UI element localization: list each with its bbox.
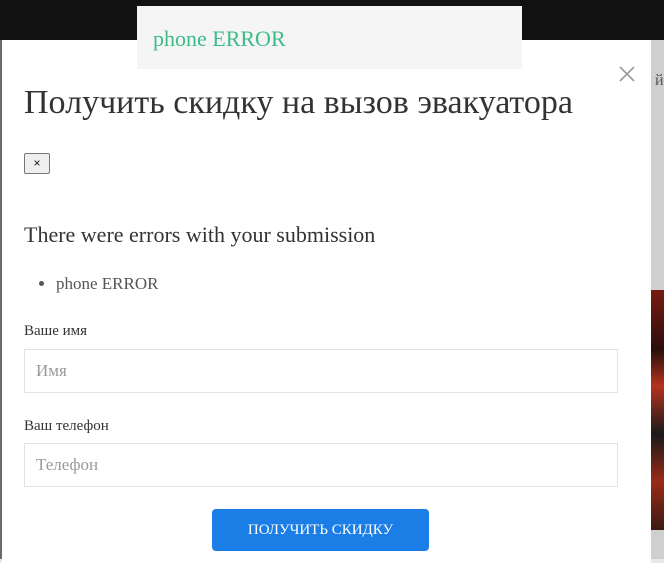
- error-item: phone ERROR: [56, 274, 158, 294]
- errors-heading: There were errors with your submission: [24, 222, 376, 247]
- submit-button[interactable]: ПОЛУЧИТЬ СКИДКУ: [212, 509, 429, 551]
- error-toast: phone ERROR: [137, 6, 522, 69]
- background-text: й: [655, 72, 664, 89]
- phone-label: Ваш телефон: [24, 418, 109, 434]
- close-icon[interactable]: [617, 64, 637, 84]
- phone-input[interactable]: [24, 443, 618, 487]
- toast-message: phone ERROR: [153, 26, 286, 51]
- error-list: phone ERROR: [24, 274, 158, 294]
- name-input[interactable]: [24, 349, 618, 393]
- backdrop-page-edge: й: [651, 40, 664, 563]
- dismiss-errors-button[interactable]: ×: [24, 153, 50, 174]
- name-label: Ваше имя: [24, 323, 88, 339]
- modal-title: Получить скидку на вызов эвакуатора: [24, 84, 573, 121]
- discount-modal: Получить скидку на вызов эвакуатора × Th…: [2, 50, 651, 563]
- background-image: [651, 290, 664, 530]
